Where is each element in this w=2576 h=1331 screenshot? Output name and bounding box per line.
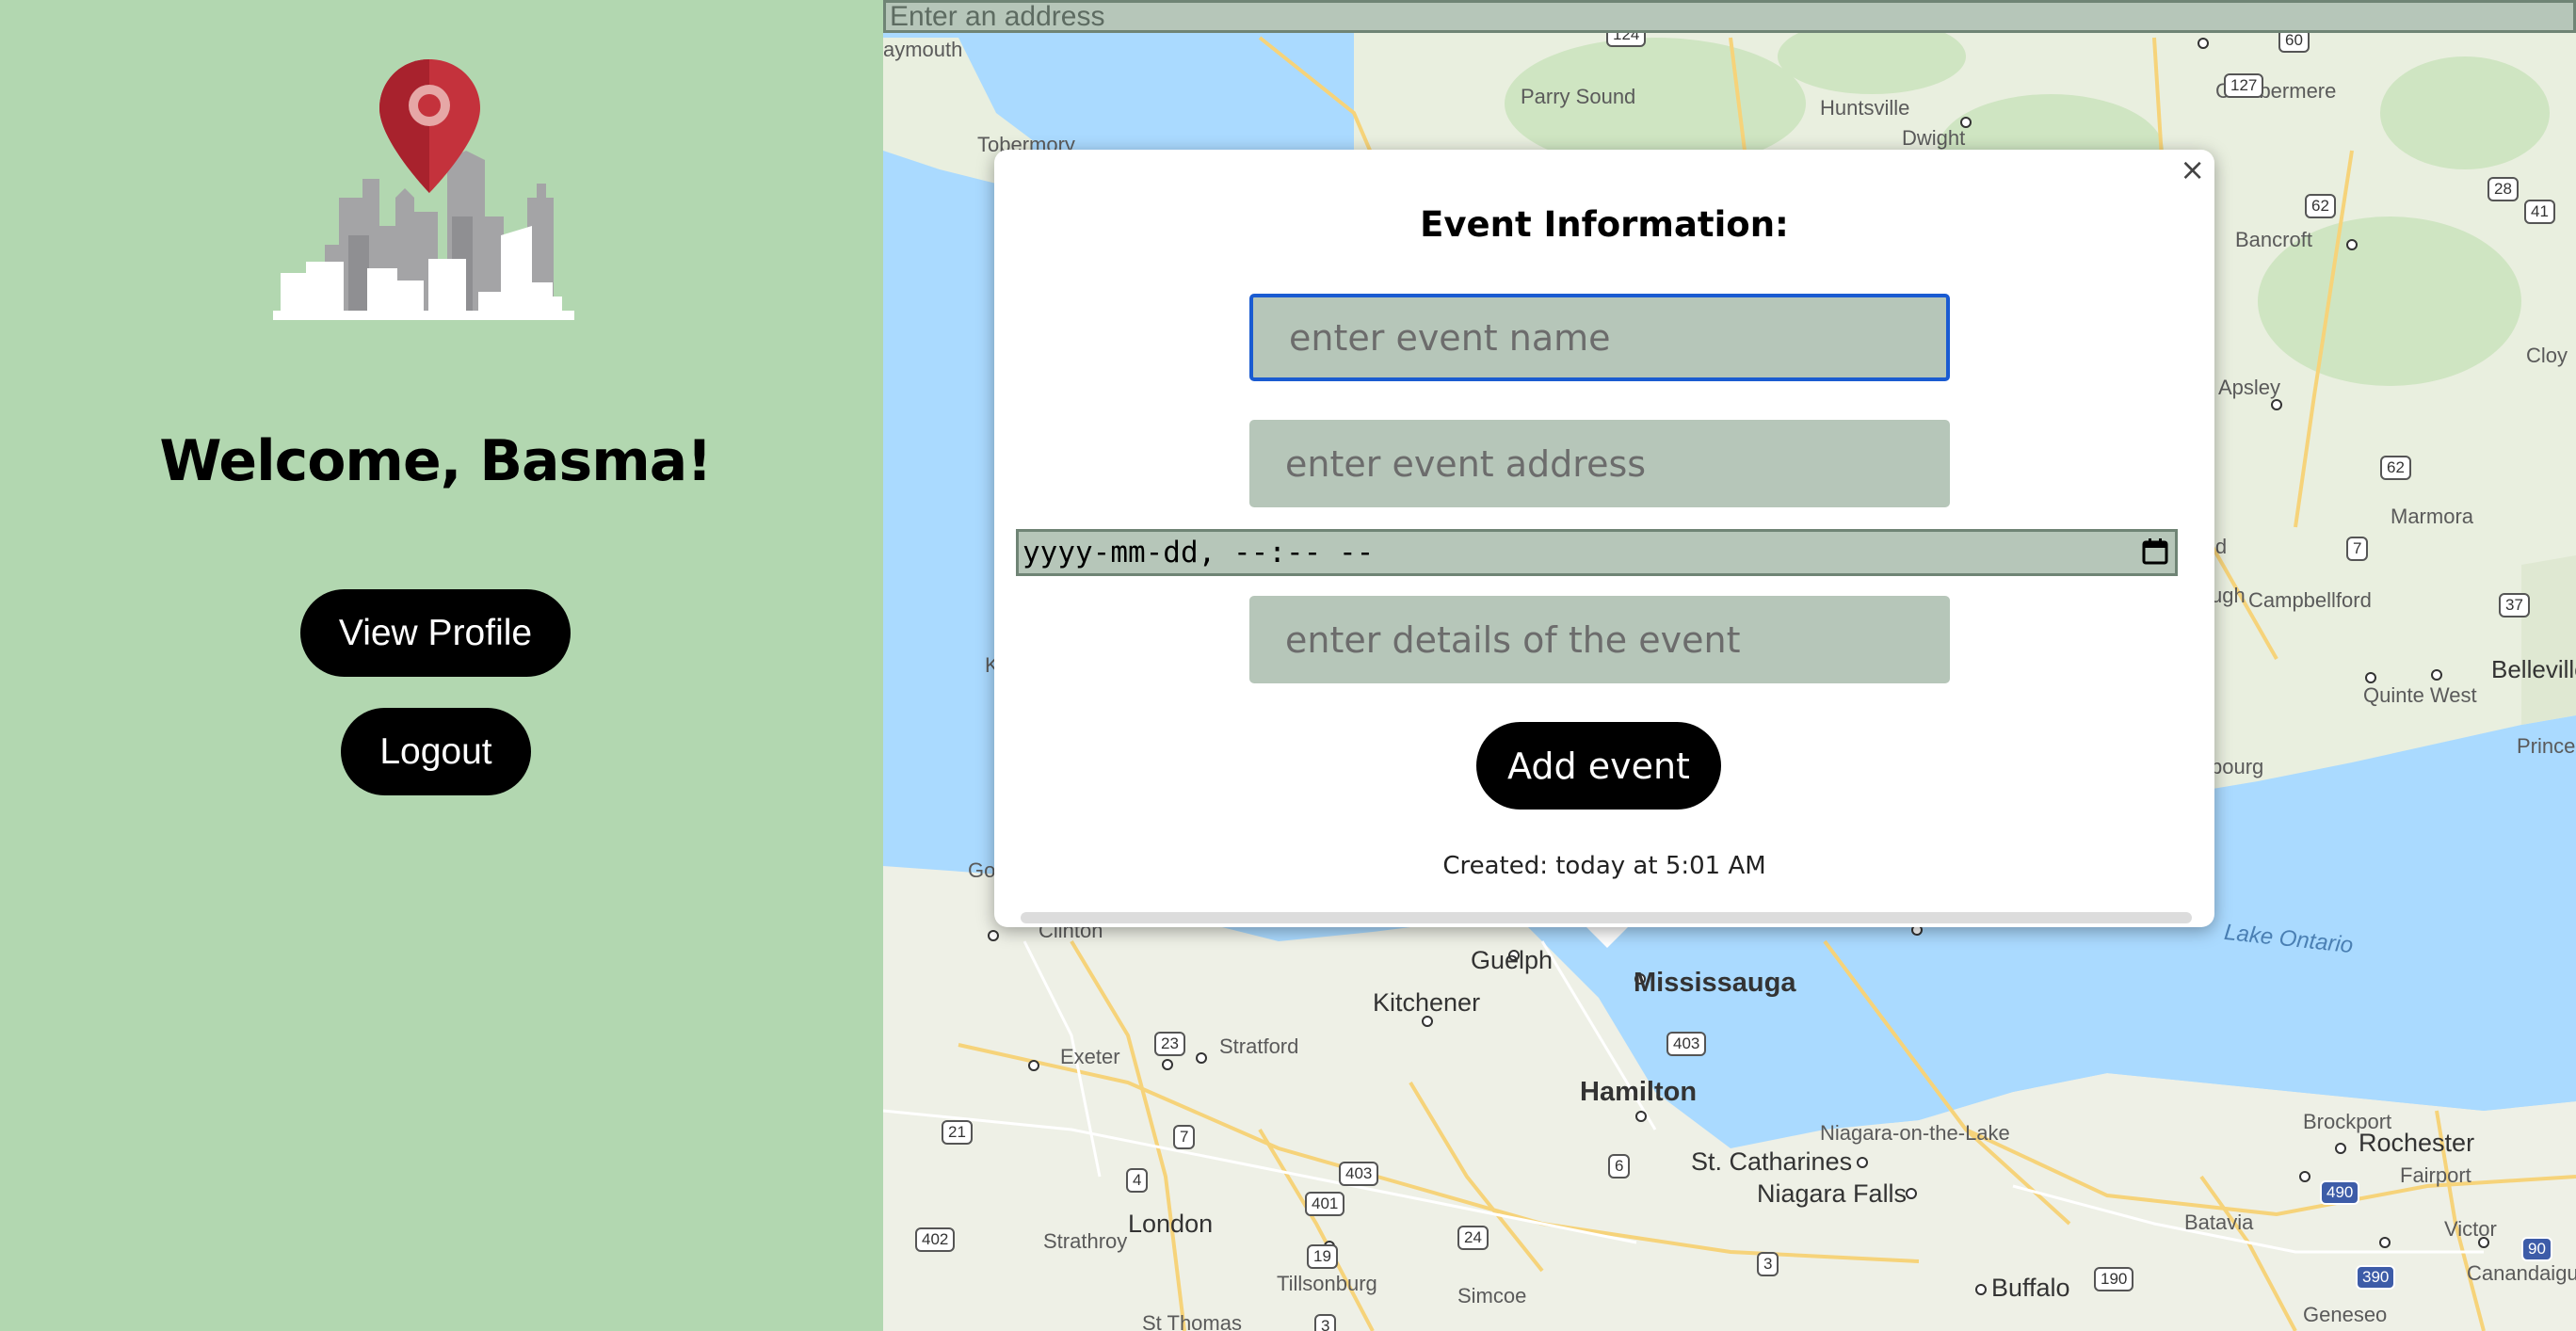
welcome-heading: Welcome, Basma! xyxy=(159,428,712,494)
event-name-input[interactable]: enter event name xyxy=(1249,294,1950,381)
map-label: Geneseo xyxy=(2303,1303,2388,1326)
sidebar: Welcome, Basma! View Profile Logout xyxy=(0,0,883,1331)
highway-shield: 390 xyxy=(2356,1265,2396,1290)
map-label: Quinte West xyxy=(2363,683,2477,707)
map-label: Campbellford xyxy=(2248,588,2372,612)
map-label: Cloy xyxy=(2526,344,2568,367)
map-label: Victor xyxy=(2444,1217,2497,1241)
map-label: Stratford xyxy=(1219,1034,1299,1058)
highway-shield: 7 xyxy=(1173,1125,1196,1149)
highway-shield: 62 xyxy=(2305,194,2336,218)
event-info-window: × Event Information: enter event name en… xyxy=(994,150,2214,927)
highway-shield: 402 xyxy=(915,1227,956,1252)
map-label: aymouth xyxy=(883,38,963,61)
datetime-placeholder: yyyy-mm-dd, --:-- -- xyxy=(1022,536,1375,569)
highway-shield: 490 xyxy=(2320,1180,2360,1205)
map-label: Fairport xyxy=(2400,1163,2471,1187)
map-label: Exeter xyxy=(1060,1045,1120,1068)
highway-shield: 3 xyxy=(1757,1252,1779,1276)
map-label: Strathroy xyxy=(1043,1229,1128,1253)
logout-button[interactable]: Logout xyxy=(341,708,531,795)
event-details-input[interactable]: enter details of the event xyxy=(1249,596,1950,683)
highway-shield: 3 xyxy=(1314,1314,1337,1331)
calendar-icon[interactable] xyxy=(2141,537,2169,566)
map-label: Canandaigu xyxy=(2467,1261,2576,1285)
highway-shield: 37 xyxy=(2499,593,2530,617)
highway-shield: 6 xyxy=(1608,1154,1631,1179)
map-label: Kitchener xyxy=(1373,988,1481,1017)
add-event-button[interactable]: Add event xyxy=(1476,722,1721,810)
map-label: ugh xyxy=(2211,584,2246,607)
highway-shield: 90 xyxy=(2521,1237,2552,1261)
highway-shield: 23 xyxy=(1154,1032,1185,1056)
event-address-input[interactable]: enter event address xyxy=(1249,420,1950,507)
map-label: Niagara Falls xyxy=(1757,1179,1908,1208)
infowindow-pointer xyxy=(1585,925,1630,948)
highway-shield: 41 xyxy=(2524,200,2555,224)
map-label: Bancroft xyxy=(2235,228,2312,251)
map-label: Mississauga xyxy=(1634,968,1796,998)
highway-shield: 28 xyxy=(2487,177,2519,201)
highway-shield: 62 xyxy=(2380,456,2411,480)
map-label: Buffalo xyxy=(1991,1274,2070,1302)
map-label: Hamilton xyxy=(1580,1077,1698,1107)
map-label: Niagara-on-the-Lake xyxy=(1820,1121,2010,1145)
map-label: Rochester xyxy=(2359,1129,2475,1157)
map-label: Batavia xyxy=(2184,1211,2254,1234)
created-timestamp: Created: today at 5:01 AM xyxy=(1442,852,1766,880)
map-label: St Thomas xyxy=(1142,1311,1242,1331)
map-label: Dwight xyxy=(1902,126,1966,150)
address-search-input[interactable]: Enter an address xyxy=(883,0,2576,33)
event-datetime-input[interactable]: yyyy-mm-dd, --:-- -- xyxy=(1016,529,2178,576)
highway-shield: 21 xyxy=(942,1120,973,1145)
highway-shield: 4 xyxy=(1126,1168,1149,1193)
horizontal-scrollbar[interactable] xyxy=(1021,912,2192,923)
highway-shield: 190 xyxy=(2094,1267,2134,1291)
close-icon[interactable]: × xyxy=(2180,152,2205,187)
modal-title: Event Information: xyxy=(1420,204,1789,245)
highway-shield: 19 xyxy=(1307,1244,1338,1269)
map-label: bourg xyxy=(2211,755,2264,778)
map-label: Tillsonburg xyxy=(1277,1272,1377,1295)
map-label: Simcoe xyxy=(1457,1284,1527,1307)
map-label: Parry Sound xyxy=(1521,85,1636,108)
map-label: Belleville xyxy=(2491,655,2576,683)
map-label: St. Catharines xyxy=(1691,1147,1853,1176)
highway-shield: 7 xyxy=(2346,537,2369,561)
highway-shield: 401 xyxy=(1305,1192,1345,1216)
highway-shield: 403 xyxy=(1666,1032,1707,1056)
map-label: Huntsville xyxy=(1820,96,1910,120)
map-label: Guelph xyxy=(1471,946,1554,974)
map-label: Prince Edw xyxy=(2517,734,2576,758)
map-label: Go xyxy=(968,858,996,882)
map-label: London xyxy=(1128,1210,1214,1238)
highway-shield: 24 xyxy=(1457,1226,1489,1250)
highway-shield: 127 xyxy=(2224,73,2264,98)
map-label: Marmora xyxy=(2391,505,2474,528)
view-profile-button[interactable]: View Profile xyxy=(300,589,571,677)
map-label: Apsley xyxy=(2218,376,2281,399)
city-skyline-pin-icon xyxy=(273,59,574,320)
highway-shield: 403 xyxy=(1339,1162,1379,1186)
